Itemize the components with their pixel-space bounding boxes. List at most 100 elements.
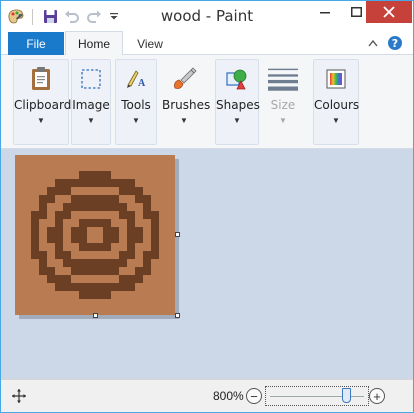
pixel	[39, 259, 47, 267]
pixel	[135, 235, 143, 243]
clipboard-group[interactable]: Clipboard ▼	[13, 59, 71, 145]
group-label-colours: Colours	[314, 98, 360, 112]
resize-handle-right[interactable]	[175, 232, 180, 237]
canvas-workspace[interactable]	[1, 149, 413, 379]
pixel	[79, 267, 87, 275]
help-icon[interactable]: ?	[387, 34, 403, 52]
pixel	[71, 179, 79, 187]
pixel	[47, 275, 55, 283]
pixel	[63, 187, 71, 195]
pixel	[127, 211, 135, 219]
pixel	[95, 283, 103, 291]
pixel	[79, 171, 87, 179]
pixel	[143, 259, 151, 267]
pixel	[111, 283, 119, 291]
pixel	[119, 179, 127, 187]
chevron-down-icon: ▼	[279, 116, 287, 125]
pixel	[143, 267, 151, 275]
pixel	[87, 259, 95, 267]
resize-handle-corner[interactable]	[175, 313, 180, 318]
pixel	[47, 267, 55, 275]
pixel	[47, 195, 55, 203]
zoom-slider[interactable]	[265, 386, 369, 406]
pixel	[79, 203, 87, 211]
pixel	[31, 251, 39, 259]
zoom-in-button[interactable]: +	[369, 388, 385, 404]
pixel	[127, 227, 135, 235]
brushes-group[interactable]: Brushes ▼	[161, 59, 210, 145]
pixel	[151, 211, 159, 219]
pixel	[55, 211, 63, 219]
tab-file[interactable]: File	[8, 32, 64, 55]
shapes-group[interactable]: Shapes ▼	[215, 59, 260, 145]
pixel	[151, 243, 159, 251]
pixel	[95, 259, 103, 267]
pixel	[55, 187, 63, 195]
pixel	[87, 267, 95, 275]
pixel	[47, 235, 55, 243]
zoom-level: 800%	[213, 389, 244, 403]
tab-view[interactable]: View	[125, 32, 175, 55]
pixel	[103, 291, 111, 299]
pixel	[47, 187, 55, 195]
pixel	[151, 227, 159, 235]
pixel	[95, 203, 103, 211]
size-group[interactable]: Size ▼	[263, 59, 303, 145]
chevron-down-icon: ▼	[132, 116, 140, 125]
pixel	[103, 203, 111, 211]
pixel	[111, 267, 119, 275]
pixel	[63, 275, 71, 283]
chevron-down-icon: ▼	[37, 116, 45, 125]
pixel	[87, 179, 95, 187]
pixel	[95, 179, 103, 187]
pixel	[63, 251, 71, 259]
pixel	[55, 275, 63, 283]
clipboard-icon	[26, 64, 56, 94]
pixel	[87, 243, 95, 251]
drawing-canvas[interactable]	[15, 155, 175, 315]
pixel	[143, 203, 151, 211]
zoom-slider-thumb[interactable]	[342, 388, 351, 403]
pixel	[95, 171, 103, 179]
pixel	[135, 267, 143, 275]
group-label-shapes: Shapes	[216, 98, 260, 112]
chevron-down-icon: ▼	[233, 116, 241, 125]
pixel	[63, 283, 71, 291]
tools-group[interactable]: A Tools ▼	[115, 59, 157, 145]
image-group[interactable]: Image ▼	[71, 59, 111, 145]
pixel	[63, 259, 71, 267]
pixel	[119, 211, 127, 219]
pixel	[79, 179, 87, 187]
pixel	[127, 235, 135, 243]
pixel	[111, 235, 119, 243]
ribbon-home: Clipboard ▼ Image ▼ A Tools ▼ Brushes ▼ …	[1, 55, 413, 149]
pixel	[31, 227, 39, 235]
pixel	[119, 283, 127, 291]
tab-home[interactable]: Home	[65, 31, 123, 56]
close-button[interactable]	[366, 1, 412, 23]
resize-handle-bottom[interactable]	[93, 313, 98, 318]
pixel	[95, 243, 103, 251]
minimize-button[interactable]	[311, 1, 339, 23]
pixel	[71, 283, 79, 291]
pixel	[71, 259, 79, 267]
collapse-ribbon-icon[interactable]	[365, 34, 381, 52]
pixel	[55, 251, 63, 259]
pixel	[63, 211, 71, 219]
wood-rings-image	[15, 155, 175, 315]
pixel	[95, 195, 103, 203]
chevron-down-icon: ▼	[180, 116, 188, 125]
brush-icon	[169, 64, 199, 94]
pixel	[103, 227, 111, 235]
pixel	[63, 179, 71, 187]
move-cursor-icon	[11, 388, 27, 404]
pixel	[135, 227, 143, 235]
group-label-size: Size	[270, 98, 296, 112]
pixel	[39, 195, 47, 203]
colours-group[interactable]: Colours ▼	[313, 59, 359, 145]
pixel	[55, 235, 63, 243]
pixel	[71, 235, 79, 243]
zoom-out-button[interactable]: −	[246, 388, 262, 404]
pixel	[87, 291, 95, 299]
pixel	[143, 251, 151, 259]
